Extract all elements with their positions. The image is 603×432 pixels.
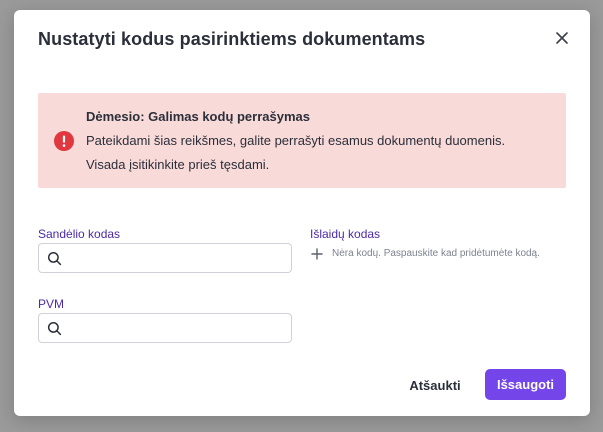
plus-icon[interactable] bbox=[311, 248, 323, 260]
warning-alert: Dėmesio: Galimas kodų perrašymas Pateikd… bbox=[38, 93, 566, 188]
expense-code-empty-text[interactable]: Nėra kodų. Paspauskite kad pridėtumėte k… bbox=[332, 248, 540, 259]
exclamation-circle-icon bbox=[54, 131, 74, 151]
search-icon bbox=[47, 321, 62, 336]
warehouse-code-field[interactable] bbox=[38, 243, 292, 273]
warehouse-code-label: Sandėlio kodas bbox=[38, 227, 121, 241]
vat-field[interactable] bbox=[38, 313, 292, 343]
vat-input[interactable] bbox=[69, 318, 288, 340]
cancel-button[interactable]: Atšaukti bbox=[399, 370, 471, 400]
close-button[interactable] bbox=[554, 30, 570, 46]
search-icon bbox=[47, 251, 62, 266]
warehouse-code-input[interactable] bbox=[69, 248, 288, 270]
close-icon bbox=[556, 32, 568, 44]
codes-modal: Nustatyti kodus pasirinktiems dokumentam… bbox=[14, 10, 590, 416]
alert-message-line-1: Pateikdami šias reikšmes, galite perrašy… bbox=[86, 133, 506, 148]
alert-message-line-2: Visada įsitikinkite prieš tęsdami. bbox=[86, 157, 270, 172]
modal-title: Nustatyti kodus pasirinktiems dokumentam… bbox=[38, 29, 426, 49]
save-button[interactable]: Išsaugoti bbox=[485, 369, 566, 400]
alert-title: Dėmesio: Galimas kodų perrašymas bbox=[86, 109, 310, 124]
expense-code-label: Išlaidų kodas bbox=[310, 227, 381, 241]
vat-label: PVM bbox=[38, 297, 65, 311]
